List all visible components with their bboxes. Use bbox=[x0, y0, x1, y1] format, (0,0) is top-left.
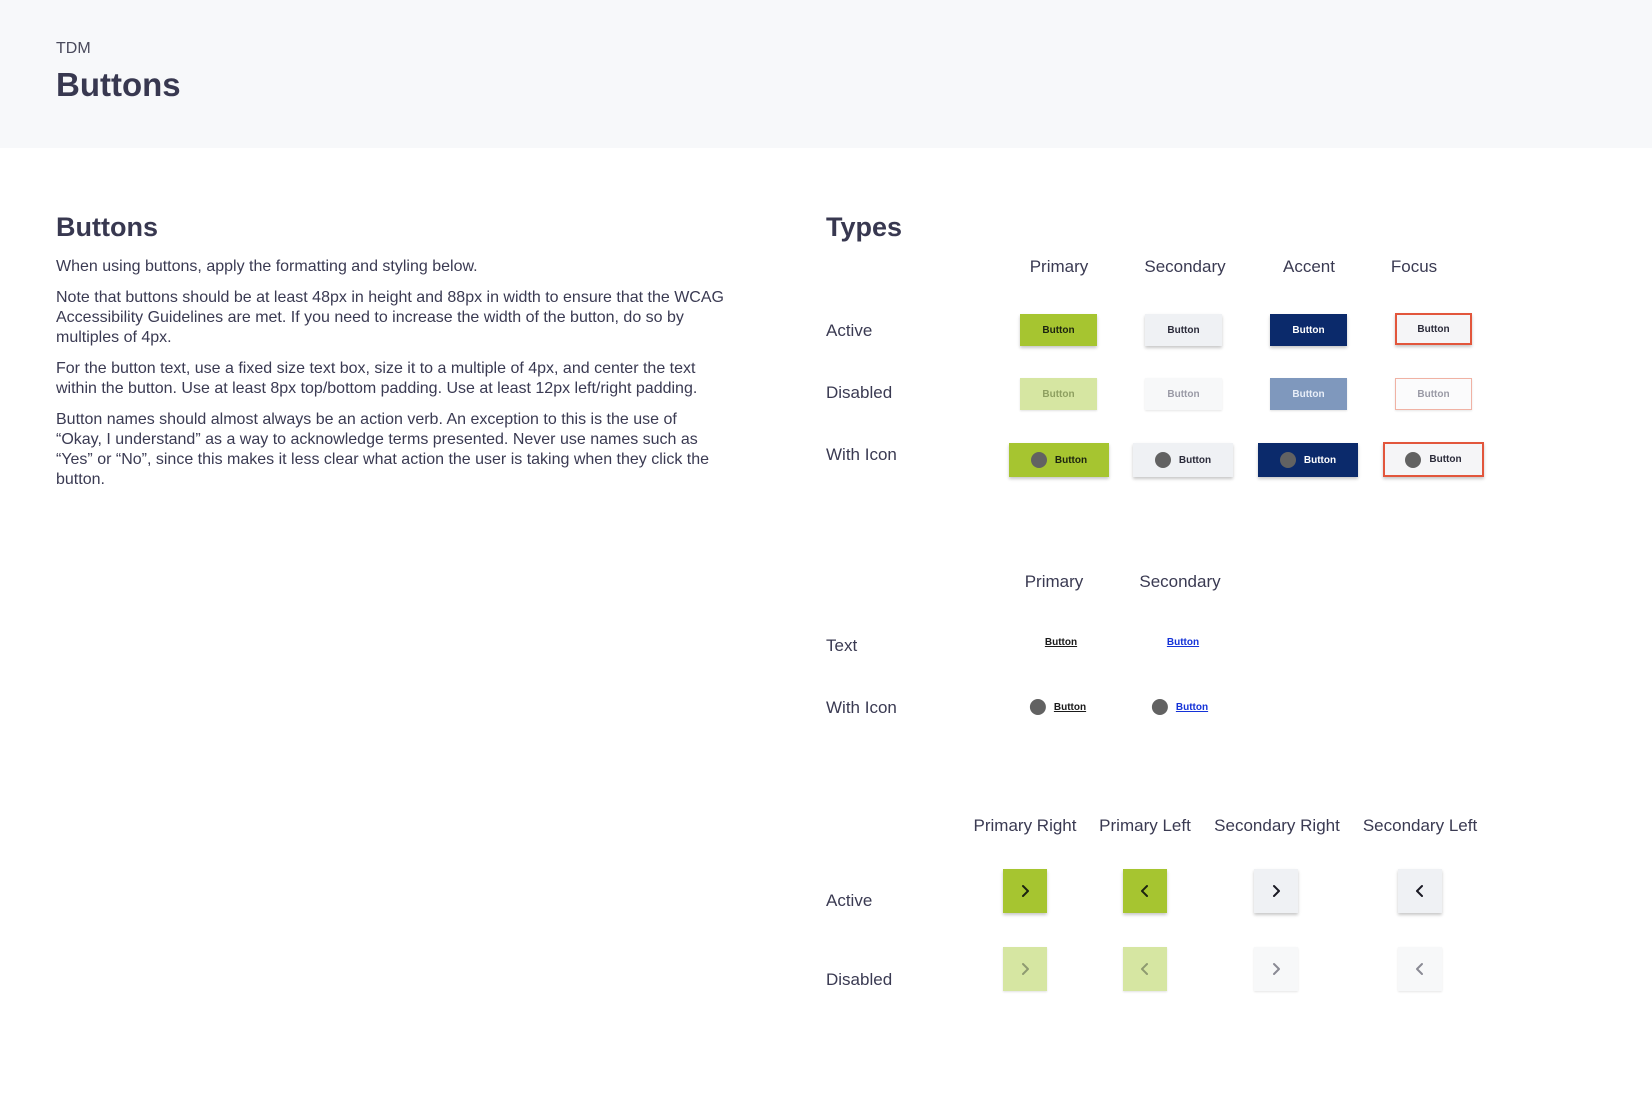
primary-icon-button[interactable]: Button bbox=[1009, 443, 1109, 477]
row-label-active: Active bbox=[826, 891, 873, 910]
guidance-section: Buttons When using buttons, apply the fo… bbox=[56, 212, 726, 501]
focus-icon-button[interactable]: Button bbox=[1383, 442, 1484, 477]
secondary-left-arrow-button-disabled bbox=[1398, 947, 1442, 991]
secondary-left-arrow-button[interactable] bbox=[1398, 869, 1442, 913]
accent-button-active[interactable]: Button bbox=[1270, 314, 1347, 346]
primary-button-disabled: Button bbox=[1020, 378, 1097, 410]
circle-icon bbox=[1279, 452, 1296, 468]
chevron-left-icon bbox=[1141, 885, 1148, 897]
primary-right-arrow-button[interactable] bbox=[1003, 869, 1047, 913]
guidance-paragraph: When using buttons, apply the formatting… bbox=[56, 258, 478, 275]
column-header-primary: Primary bbox=[1029, 257, 1089, 276]
column-header-primary: Primary bbox=[1024, 572, 1084, 591]
accent-button-disabled: Button bbox=[1270, 378, 1347, 410]
guidance-heading: Buttons bbox=[56, 212, 158, 242]
row-label-with-icon: With Icon bbox=[826, 698, 897, 717]
row-label-with-icon: With Icon bbox=[826, 445, 897, 464]
button-label: Button bbox=[1303, 454, 1337, 466]
row-label-disabled: Disabled bbox=[826, 383, 893, 402]
primary-text-icon-button[interactable]: Button bbox=[1029, 699, 1087, 715]
chevron-right-icon bbox=[1273, 963, 1280, 975]
page-title: Buttons bbox=[56, 66, 181, 103]
focus-button-active[interactable]: Button bbox=[1395, 313, 1472, 345]
column-header-focus: Focus bbox=[1390, 257, 1438, 276]
focus-button-disabled: Button bbox=[1395, 378, 1472, 410]
secondary-text-icon-button[interactable]: Button bbox=[1151, 699, 1209, 715]
circle-icon bbox=[1405, 451, 1422, 468]
secondary-right-arrow-button[interactable] bbox=[1254, 869, 1298, 913]
chevron-right-icon bbox=[1022, 885, 1029, 897]
row-label-disabled: Disabled bbox=[826, 970, 893, 989]
chevron-left-icon bbox=[1416, 885, 1423, 897]
row-label-active: Active bbox=[826, 321, 873, 340]
column-header-secondary-left: Secondary Left bbox=[1362, 816, 1478, 835]
guidance-paragraph: For the button text, use a fixed size te… bbox=[56, 360, 698, 397]
column-header-secondary: Secondary bbox=[1139, 572, 1221, 591]
column-header-secondary-right: Secondary Right bbox=[1214, 816, 1340, 835]
primary-left-arrow-button-disabled bbox=[1123, 947, 1167, 991]
types-heading: Types bbox=[826, 212, 903, 242]
circle-icon bbox=[1154, 452, 1171, 468]
accent-icon-button[interactable]: Button bbox=[1258, 443, 1358, 477]
row-label-text: Text bbox=[826, 636, 858, 655]
secondary-icon-button[interactable]: Button bbox=[1133, 443, 1233, 477]
button-label: Button bbox=[1175, 701, 1209, 713]
guidance-paragraph: Note that buttons should be at least 48p… bbox=[56, 289, 724, 346]
eyebrow-label: TDM bbox=[56, 40, 91, 57]
column-header-secondary: Secondary bbox=[1144, 257, 1226, 276]
button-label: Button bbox=[1429, 454, 1462, 465]
circle-icon bbox=[1151, 699, 1168, 715]
primary-text-button[interactable]: Button bbox=[1045, 637, 1077, 648]
primary-left-arrow-button[interactable] bbox=[1123, 869, 1167, 913]
page-header: TDM Buttons bbox=[0, 0, 1652, 148]
button-label: Button bbox=[1178, 454, 1212, 466]
guidance-paragraph: Button names should almost always be an … bbox=[56, 411, 710, 488]
button-label: Button bbox=[1053, 701, 1087, 713]
column-header-primary-right: Primary Right bbox=[973, 816, 1077, 835]
column-header-accent: Accent bbox=[1283, 257, 1335, 276]
secondary-right-arrow-button-disabled bbox=[1254, 947, 1298, 991]
chevron-left-icon bbox=[1141, 963, 1148, 975]
secondary-button-active[interactable]: Button bbox=[1145, 314, 1222, 346]
chevron-right-icon bbox=[1273, 885, 1280, 897]
chevron-left-icon bbox=[1416, 963, 1423, 975]
circle-icon bbox=[1029, 699, 1046, 715]
secondary-text-button[interactable]: Button bbox=[1167, 637, 1199, 648]
circle-icon bbox=[1030, 452, 1047, 468]
chevron-right-icon bbox=[1022, 963, 1029, 975]
column-header-primary-left: Primary Left bbox=[1099, 816, 1191, 835]
primary-right-arrow-button-disabled bbox=[1003, 947, 1047, 991]
primary-button-active[interactable]: Button bbox=[1020, 314, 1097, 346]
secondary-button-disabled: Button bbox=[1145, 378, 1222, 410]
button-label: Button bbox=[1054, 454, 1088, 466]
